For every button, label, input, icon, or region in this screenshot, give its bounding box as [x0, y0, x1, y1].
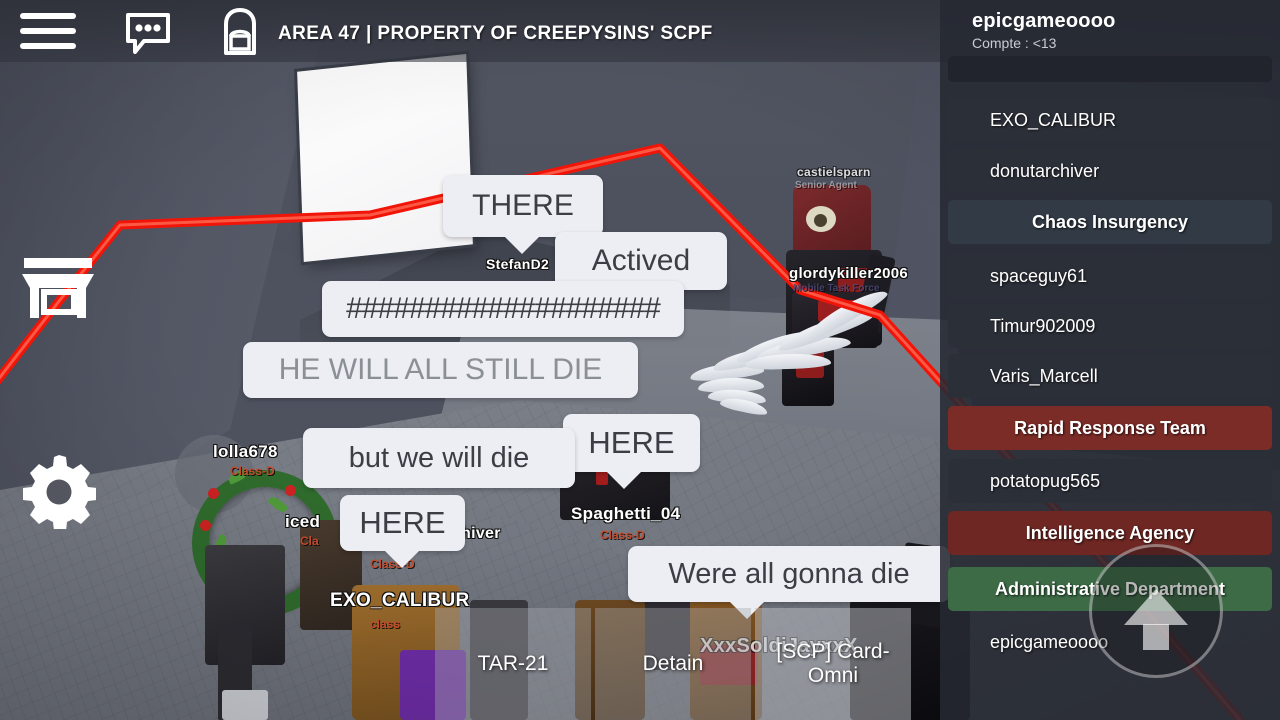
player-list-username: epicgameoooo — [972, 10, 1116, 32]
player-list-row-label: donutarchiver — [990, 160, 1100, 181]
up-arrow-stem — [1143, 623, 1169, 650]
chat-bubble-text: HERE — [588, 425, 675, 460]
subtag-castielsparn: Senior Agent — [795, 180, 857, 191]
player-list-row-donutarchiver[interactable]: donutarchiver — [948, 149, 1272, 193]
chat-bubble-he-will-all-still-die: HE WILL ALL STILL DIE — [243, 342, 638, 398]
subtag-spaghetti04: Class-D — [600, 528, 645, 542]
nametag-iced: iced — [285, 512, 321, 531]
nametag-stefand2: StefanD2 — [486, 256, 550, 272]
chat-bubble-text: #################### — [346, 292, 661, 325]
gear-icon[interactable] — [22, 455, 97, 531]
shop-icon[interactable] — [20, 258, 96, 320]
chat-bubble-hashes: #################### — [322, 281, 684, 337]
nametag-spaghetti04: Spaghetti_04 — [571, 504, 681, 523]
chat-bubble-here-lower: HERE — [340, 495, 465, 568]
subtag-iced: Cla — [300, 534, 319, 548]
chat-bubble-text: THERE — [472, 189, 574, 222]
hotbar-slot-tar-21[interactable]: TAR-21 — [435, 608, 591, 720]
chat-bubble-were-all-gonna-die: Were all gonna die — [628, 546, 950, 619]
nametag-castielsparn: castielsparn — [797, 165, 871, 179]
player-list-team-chaos-insurgency[interactable]: Chaos Insurgency — [948, 200, 1272, 244]
chat-bubble-here-upper: HERE — [563, 414, 700, 489]
hotbar-slot-label: Detain — [642, 651, 704, 675]
chat-bubble-there: THERE — [443, 175, 603, 254]
player-list-row-potatopug565[interactable]: potatopug565 — [948, 459, 1272, 503]
game-screen: StefanD2 castielsparn Senior Agent glord… — [0, 0, 1280, 720]
hamburger-menu-icon[interactable] — [20, 13, 76, 58]
player-list-team-label: Intelligence Agency — [1025, 522, 1195, 543]
player-list-row-label: EXO_CALIBUR — [990, 109, 1117, 130]
player-list-header: epicgameoooo Compte : <13 — [972, 10, 1116, 51]
chat-bubble-text: HERE — [359, 505, 446, 540]
chat-bubble-text: HE WILL ALL STILL DIE — [278, 353, 603, 386]
nametag-hiver: hiver — [461, 525, 501, 542]
subtag-glordykiller2006: Mobile Task Force — [793, 283, 880, 294]
player-list-row-label: spaceguy61 — [990, 265, 1088, 286]
chat-bubble-text: but we will die — [348, 441, 530, 474]
hotbar: TAR-21 Detain [SCP] Card-Omni — [435, 608, 911, 720]
jump-button[interactable] — [1089, 544, 1223, 678]
player-list-team-label: Rapid Response Team — [1014, 417, 1206, 438]
backpack-icon[interactable] — [218, 8, 262, 63]
player-list-team-rapid-response-team[interactable]: Rapid Response Team — [948, 406, 1272, 450]
chat-bubble-but-we-will-die: but we will die — [303, 428, 575, 488]
player-list-row-exo-calibur[interactable]: EXO_CALIBUR — [948, 98, 1272, 142]
nametag-lolla678: lolla678 — [213, 442, 278, 461]
player-list-row-label: epicgameoooo — [990, 631, 1109, 652]
player-list-row-label: potatopug565 — [990, 470, 1101, 491]
up-arrow-icon — [1124, 589, 1188, 626]
subtag-lolla678: Class-D — [230, 464, 275, 478]
player-list-row-spaceguy61[interactable]: spaceguy61 — [948, 254, 1272, 298]
player-list-row-label: Varis_Marcell — [990, 365, 1098, 386]
player-list-account-label: Compte : <13 — [972, 35, 1057, 51]
subtag-exo-calibur: class — [370, 617, 401, 631]
player-list-row-label: Timur902009 — [990, 315, 1096, 336]
player-list-team-intelligence-agency[interactable]: Intelligence Agency — [948, 511, 1272, 555]
page-title: AREA 47 | PROPERTY OF CREEPYSINS' SCPF — [278, 23, 713, 44]
chat-bubble-icon[interactable] — [125, 12, 171, 59]
player-list-row-cut[interactable] — [948, 56, 1272, 82]
hotbar-slot-scp-card-omni[interactable]: [SCP] Card-Omni — [755, 608, 911, 720]
chat-bubble-text: Were all gonna die — [668, 557, 910, 590]
player-list-row-timur902009[interactable]: Timur902009 — [948, 304, 1272, 348]
nametag-glordykiller2006: glordykiller2006 — [789, 265, 909, 282]
player-list-row-varis-marcell[interactable]: Varis_Marcell — [948, 354, 1272, 398]
hotbar-slot-detain[interactable]: Detain — [595, 608, 751, 720]
hotbar-slot-label: TAR-21 — [477, 651, 549, 675]
chat-bubble-text: Actived — [591, 244, 691, 277]
hotbar-slot-label: [SCP] Card-Omni — [776, 639, 890, 687]
player-list-team-label: Chaos Insurgency — [1031, 211, 1189, 232]
